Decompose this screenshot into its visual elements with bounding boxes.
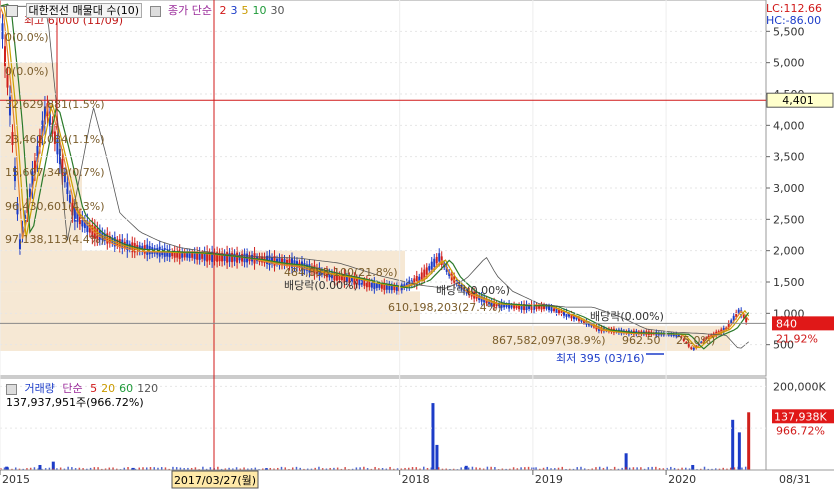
candle-body: [191, 252, 194, 258]
candle-body: [360, 280, 363, 285]
candle-body: [435, 256, 438, 264]
volume-bar: [435, 444, 439, 470]
volume-profile-label: 0(0.0%): [5, 31, 49, 44]
dividend-annotation: 배당락(0.00%): [284, 279, 358, 292]
volume-profile-label: 484,888,100(21.8%): [284, 266, 398, 279]
current-price-label: 840: [776, 317, 797, 330]
dividend-annotation: 배당락(0.00%): [436, 284, 510, 297]
volume-profile-label: 96,430,601(4.3%): [5, 200, 105, 213]
candle-body: [690, 347, 693, 349]
volume-bar: [737, 432, 741, 470]
candle-body: [370, 282, 373, 288]
volume-tick-label: 200,000K: [773, 380, 826, 393]
volume-toggle-icon[interactable]: [6, 383, 17, 395]
candle-body: [433, 258, 436, 267]
mid-price-label: 962.50: [622, 334, 661, 347]
volume-readout: 137,937,951주(966.72%): [6, 396, 144, 409]
candle-body: [692, 347, 695, 350]
ma-period-2: 2: [219, 4, 227, 17]
volume-profile-label: 15,607,349(0.7%): [5, 166, 105, 179]
low-price-annotation: 최저 395 (03/16): [556, 352, 645, 365]
price-tick-label: 3,000: [773, 182, 805, 195]
current-pct-label: 21.92%: [776, 332, 818, 345]
crosshair-price-label: 4,401: [782, 94, 814, 107]
volume-bar: [731, 419, 735, 470]
candle-body: [425, 267, 428, 275]
price-tick-label: 1,500: [773, 276, 805, 289]
date-tick-label: 2019: [535, 473, 563, 486]
volume-profile-label: 23,462,084(1.1%): [5, 133, 105, 146]
candle-body: [550, 306, 553, 312]
candle-body: [558, 309, 561, 314]
candle-body: [730, 320, 733, 324]
candle-body: [375, 283, 378, 288]
volume-profile-label: 0(0.0%): [5, 65, 49, 78]
ma-toggle-icon[interactable]: [149, 5, 161, 17]
candle-body: [737, 309, 740, 313]
price-tick-label: 3,500: [773, 151, 805, 164]
dividend-annotation: 배당락(0.00%): [590, 310, 664, 323]
candle-body: [438, 253, 441, 262]
candle-body: [201, 253, 204, 259]
date-tick-label: 08/31: [779, 473, 811, 486]
volume-profile-band: [0, 291, 420, 326]
chart-canvas: 5001,0001,5002,0002,5003,0003,5004,0004,…: [0, 0, 834, 489]
volume-profile-label: 32,629,881(1.5%): [5, 98, 105, 111]
stock-chart-window: 5001,0001,5002,0002,5003,0003,5004,0004,…: [0, 0, 834, 489]
chart-menu-icon[interactable]: [6, 5, 18, 17]
price-tick-label: 2,500: [773, 213, 805, 226]
volume-profile-label: 867,582,097(38.9%): [492, 334, 606, 347]
price-legend: 대한전선 매물대 수(10) 종가 단순 2 3 5 10 30: [6, 2, 289, 18]
candle-body: [430, 261, 433, 270]
date-tick-label: 2020: [668, 473, 696, 486]
price-tick-label: 5,500: [773, 25, 805, 38]
volume-profile-band: [0, 325, 730, 351]
candle-body: [226, 252, 229, 263]
ma-period-5: 5: [241, 4, 249, 17]
candle-body: [515, 305, 518, 309]
date-tick-label: 2015: [2, 473, 30, 486]
candle-body: [378, 283, 381, 288]
ma-period-3: 3: [230, 4, 238, 17]
crosshair-date-label: 2017/03/27(월): [174, 474, 256, 487]
hc-indicator: HC:-86.00: [766, 14, 822, 27]
band-tail-label: 25.0%): [676, 334, 715, 347]
price-tick-label: 5,000: [773, 57, 805, 70]
candle-body: [236, 252, 239, 263]
candle-body: [231, 252, 234, 263]
current-volume-pct-label: 966.72%: [776, 424, 825, 437]
ma-period-30: 30: [270, 4, 285, 17]
ma-period-10: 10: [252, 4, 267, 17]
candle-body: [363, 280, 366, 286]
price-tick-label: 4,000: [773, 119, 805, 132]
volume-bar: [431, 403, 435, 470]
ma-label: 종가 단순: [168, 4, 213, 17]
volume-profile-label: 610,198,203(27.4%): [388, 301, 502, 314]
price-tick-label: 2,000: [773, 245, 805, 258]
candle-body: [428, 266, 431, 271]
stock-title[interactable]: 대한전선 매물대 수(10): [25, 3, 143, 18]
volume-profile-label: 97,138,113(4.4%): [5, 233, 105, 246]
candle-body: [548, 306, 551, 311]
volume-bar: [747, 412, 751, 470]
candle-body: [553, 308, 556, 312]
current-volume-label: 137,938K: [774, 410, 827, 423]
date-tick-label: 2018: [402, 473, 430, 486]
